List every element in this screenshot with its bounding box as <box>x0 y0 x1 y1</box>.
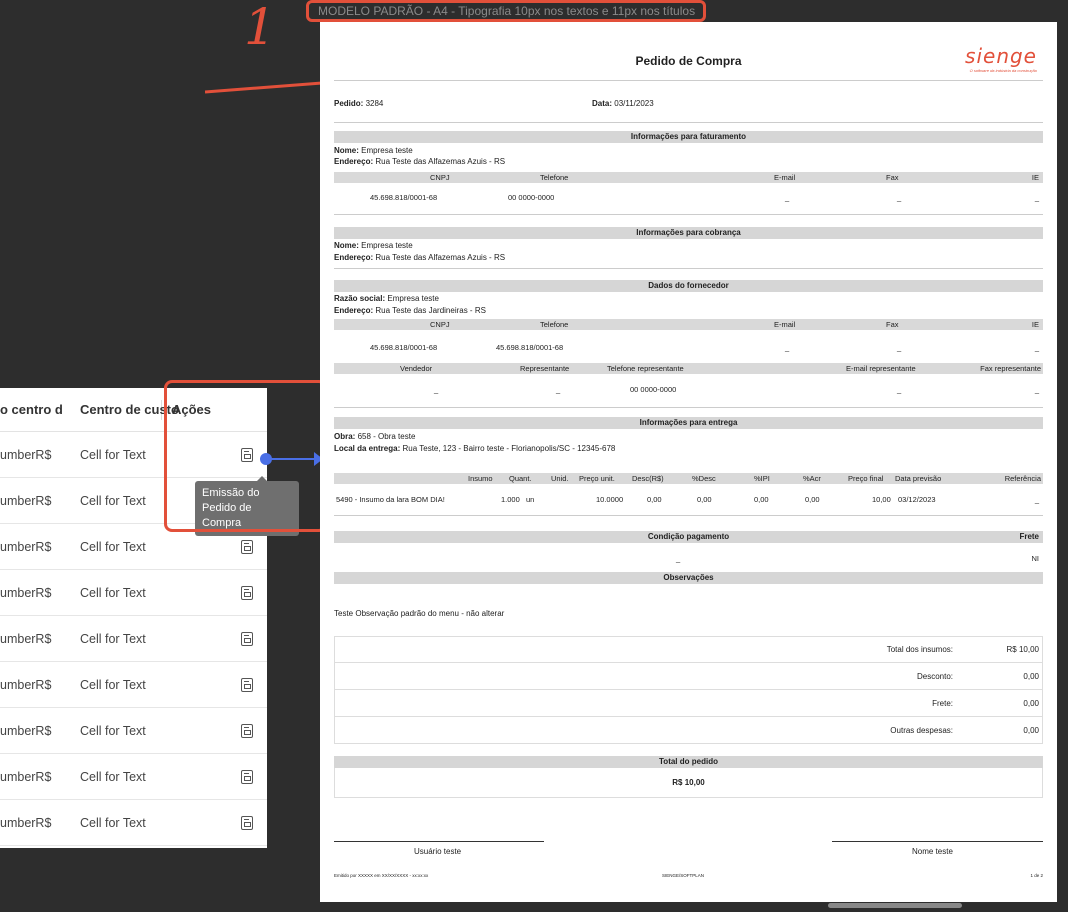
annotation-number: 1 <box>244 0 276 56</box>
actions-highlight-box <box>164 380 327 532</box>
column-header-centro[interactable]: o centro de <box>0 402 62 417</box>
document-report-icon[interactable] <box>241 677 253 692</box>
document-report-icon[interactable] <box>241 539 253 554</box>
table-cell: Cell for Text <box>80 539 146 554</box>
table-cell: umberR$ <box>0 815 52 830</box>
fornecedor-rep-header: Vendedor Representante Telefone represen… <box>334 363 1043 374</box>
table-row: umberR$ Cell for Text <box>0 570 267 616</box>
table-cell: Cell for Text <box>80 447 146 462</box>
footer-page: 1 de 2 <box>1030 873 1043 878</box>
faturamento-values: 45.698.818/0001-68 00 0000-0000 _ _ _ <box>370 193 1039 202</box>
fornecedor-values: 45.698.818/0001-68 45.698.818/0001-68 _ … <box>370 343 1039 352</box>
pedido-date: Data: 03/11/2023 <box>592 99 654 108</box>
fornecedor-col-header: CNPJ Telefone E-mail Fax IE <box>334 319 1043 330</box>
table-row: umberR$ Cell for Text <box>0 662 267 708</box>
document-report-icon[interactable] <box>241 631 253 646</box>
table-cell: umberR$ <box>0 723 52 738</box>
faturamento-col-header: CNPJ Telefone E-mail Fax IE <box>334 172 1043 183</box>
column-header-centro-custo[interactable]: Centro de custo <box>62 399 179 420</box>
cobranca-nome: Nome: Empresa teste <box>334 241 413 250</box>
total-row: Outras despesas: 0,00 <box>334 717 1043 744</box>
entrega-col-header: Insumo Quant. Unid. Preço unit. Desc(R$)… <box>334 473 1043 484</box>
total-pedido-label: Total do pedido <box>334 756 1043 768</box>
table-row: umberR$ Cell for Text <box>0 800 267 846</box>
entrega-local: Local da entrega: Rua Teste, 123 - Bairr… <box>334 444 616 453</box>
pedido-number: Pedido: 3284 <box>334 99 384 108</box>
section-cobranca: Informações para cobrança <box>334 227 1043 239</box>
document-report-icon[interactable] <box>241 769 253 784</box>
table-row: umberR$ Cell for Text <box>0 708 267 754</box>
section-fornecedor: Dados do fornecedor <box>334 280 1043 292</box>
section-faturamento: Informações para faturamento <box>334 131 1043 143</box>
table-cell: Cell for Text <box>80 677 146 692</box>
table-row: umberR$ Cell for Text <box>0 754 267 800</box>
table-cell: Cell for Text <box>80 493 146 508</box>
signature-right: Nome teste <box>912 847 953 856</box>
document-report-icon[interactable] <box>241 723 253 738</box>
table-cell: Cell for Text <box>80 631 146 646</box>
total-row: Frete: 0,00 <box>334 690 1043 717</box>
section-observacoes: Observações <box>334 572 1043 584</box>
total-row: Desconto: 0,00 <box>334 663 1043 690</box>
entrega-item-row: 5490 - Insumo da lara BOM DIA! 1.000 un … <box>336 495 1039 504</box>
table-cell: umberR$ <box>0 677 52 692</box>
table-cell: Cell for Text <box>80 815 146 830</box>
link-connector <box>270 458 320 460</box>
signature-left: Usuário teste <box>414 847 462 856</box>
table-cell: umberR$ <box>0 539 52 554</box>
faturamento-endereco: Endereço: Rua Teste das Alfazemas Azuis … <box>334 157 506 166</box>
footer-brand: SIENGE/SOFTPLAN <box>662 873 705 878</box>
table-cell: Cell for Text <box>80 723 146 738</box>
cobranca-endereco: Endereço: Rua Teste das Alfazemas Azuis … <box>334 253 506 262</box>
total-row: Total dos insumos: R$ 10,00 <box>334 636 1043 663</box>
observacoes-text: Teste Observação padrão do menu - não al… <box>334 609 505 618</box>
fornecedor-rep-values: _ _ 00 0000-0000 _ _ <box>434 385 1039 394</box>
purchase-order-document: Pedido de Compra sienge O software da in… <box>320 22 1057 902</box>
document-title: Pedido de Compra <box>635 54 742 68</box>
table-cell: umberR$ <box>0 585 52 600</box>
table-cell: umberR$ <box>0 447 52 462</box>
entrega-obra: Obra: 658 - Obra teste <box>334 432 416 441</box>
footer-issued-by: Emitido por XXXXX em XX/XX/XXXX - xx:xx:… <box>334 873 429 878</box>
table-cell: umberR$ <box>0 631 52 646</box>
link-dot-icon <box>260 453 272 465</box>
template-caption: MODELO PADRÃO - A4 - Tipografia 10px nos… <box>318 4 696 18</box>
document-report-icon[interactable] <box>241 815 253 830</box>
table-cell: Cell for Text <box>80 585 146 600</box>
fornecedor-endereco: Endereço: Rua Teste das Jardineiras - RS <box>334 306 486 315</box>
section-entrega: Informações para entrega <box>334 417 1043 429</box>
horizontal-scrollbar[interactable] <box>828 903 962 908</box>
faturamento-nome: Nome: Empresa teste <box>334 146 413 155</box>
sienge-logo: sienge O software da indústria da constr… <box>965 44 1037 73</box>
pagamento-values: _ NI <box>676 554 1039 563</box>
table-cell: umberR$ <box>0 769 52 784</box>
table-cell: Cell for Text <box>80 769 146 784</box>
table-cell: umberR$ <box>0 493 52 508</box>
table-row: umberR$ Cell for Text <box>0 616 267 662</box>
document-report-icon[interactable] <box>241 585 253 600</box>
fornecedor-razao: Razão social: Empresa teste <box>334 294 439 303</box>
total-pedido-value: R$ 10,00 <box>672 778 705 787</box>
section-pagamento: Condição pagamento Frete <box>334 531 1043 543</box>
